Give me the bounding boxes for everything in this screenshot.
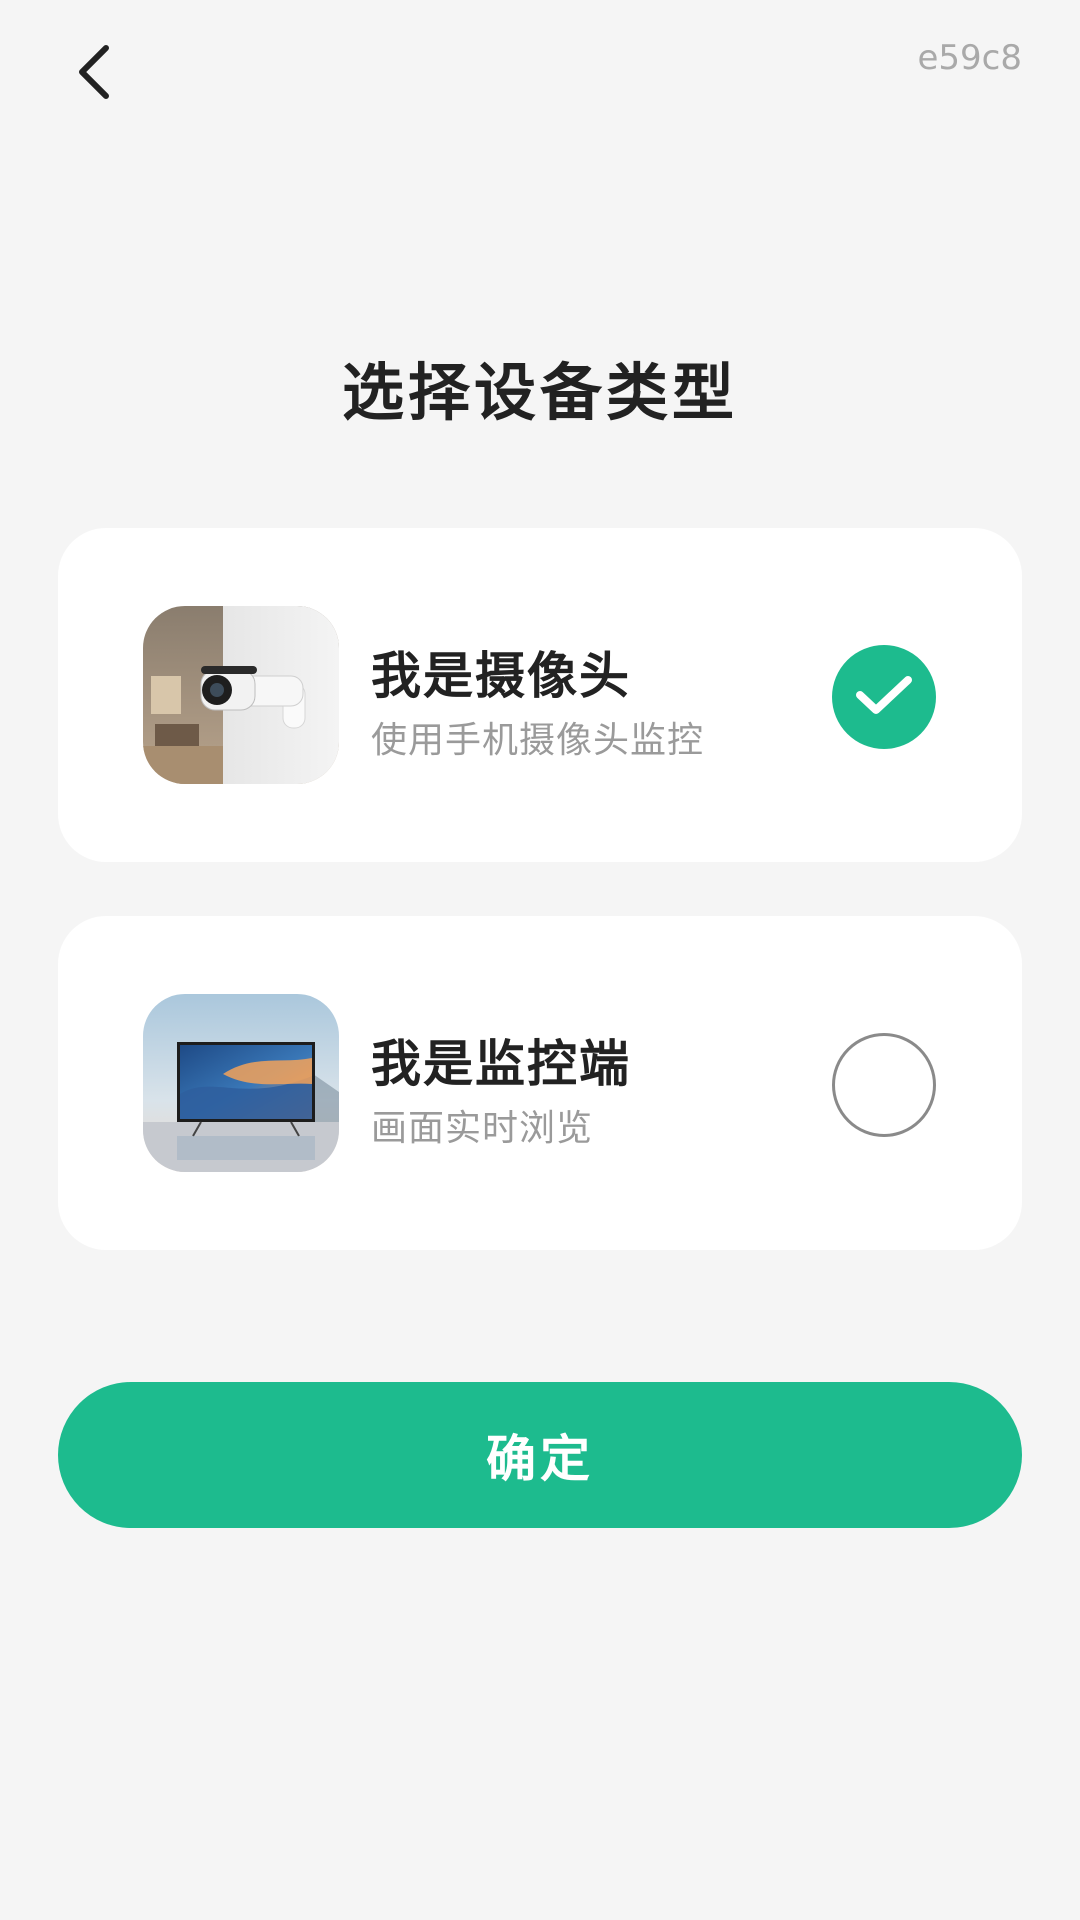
option-subtitle: 画面实时浏览 [371, 1108, 594, 1149]
chevron-left-icon [72, 42, 116, 106]
device-type-page: e59c8 选择设备类型 我是摄像头 使用手机摄像头监控 我是监控端 画面实时浏… [0, 0, 1080, 1920]
back-button[interactable] [58, 38, 130, 110]
tv-monitor-image [143, 994, 339, 1172]
radio-selected[interactable] [832, 645, 936, 749]
option-card-camera[interactable]: 我是摄像头 使用手机摄像头监控 [58, 528, 1022, 862]
page-title: 选择设备类型 [341, 356, 738, 429]
device-id-label: e59c8 [917, 38, 1022, 78]
option-title: 我是摄像头 [371, 647, 631, 705]
option-card-monitor[interactable]: 我是监控端 画面实时浏览 [58, 916, 1022, 1250]
security-camera-image [143, 606, 339, 784]
confirm-button[interactable]: 确定 [58, 1382, 1022, 1528]
radio-unselected[interactable] [832, 1033, 936, 1137]
option-subtitle: 使用手机摄像头监控 [371, 720, 705, 761]
option-title: 我是监控端 [371, 1035, 631, 1093]
checkmark-icon [854, 673, 914, 721]
